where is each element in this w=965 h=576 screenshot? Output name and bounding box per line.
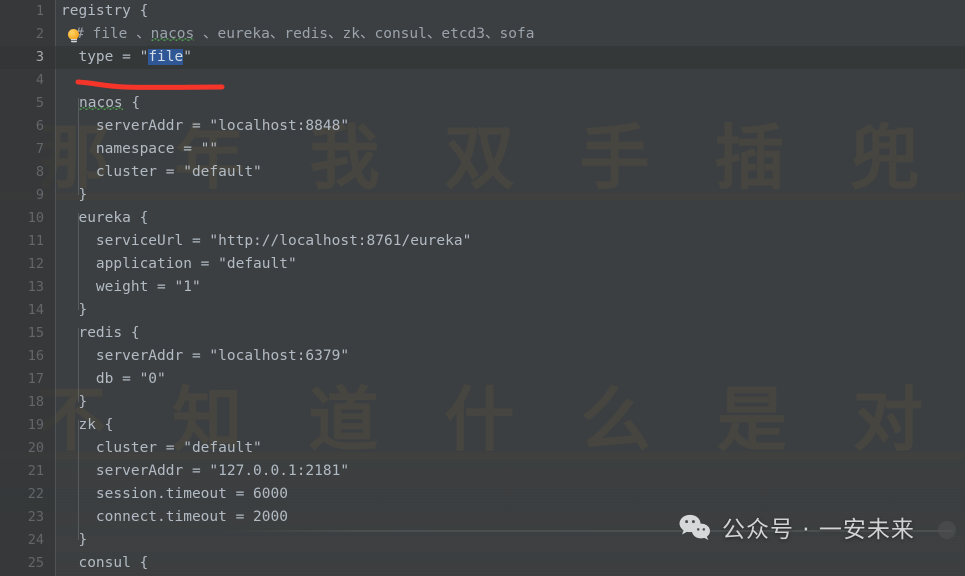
code-line[interactable]: 16 serverAddr = "localhost:6379" (0, 345, 965, 368)
token-comment-head: # file 、 (75, 26, 151, 42)
code-line[interactable]: 7 namespace = "" (0, 138, 965, 161)
line-text: db = "0" (61, 371, 166, 387)
line-number: 8 (35, 164, 44, 180)
line-text: zk { (61, 417, 114, 433)
token-brace: { (130, 3, 149, 19)
line-number: 12 (27, 256, 44, 272)
line-text: # file 、nacos 、eureka、redis、zk、consul、et… (75, 23, 534, 46)
line-number: 15 (27, 325, 44, 341)
line-text: cluster = "default" (61, 440, 262, 456)
code-editor-surface[interactable]: 1 registry { 2 # file 、nacos 、eureka、red… (0, 0, 965, 576)
code-line[interactable]: 17 db = "0" (0, 368, 965, 391)
line-text: weight = "1" (61, 279, 201, 295)
token-quote-open: " (139, 49, 149, 65)
code-line[interactable]: 9 } (0, 184, 965, 207)
line-number: 13 (27, 279, 44, 295)
code-line[interactable]: 22 session.timeout = 6000 (0, 483, 965, 506)
line-text: cluster = "default" (61, 164, 262, 180)
line-text: } (61, 394, 88, 410)
token-nacos: nacos (79, 95, 123, 111)
line-text: application = "default" (61, 256, 297, 272)
code-line[interactable]: 12 application = "default" (0, 253, 965, 276)
code-line[interactable]: 20 cluster = "default" (0, 437, 965, 460)
line-number: 18 (27, 394, 44, 410)
line-number: 11 (27, 233, 44, 249)
token-quote-close: " (183, 49, 192, 65)
line-number: 19 (27, 417, 44, 433)
token-registry: registry (61, 3, 131, 19)
line-number: 24 (27, 532, 44, 548)
code-line[interactable]: 13 weight = "1" (0, 276, 965, 299)
code-line[interactable]: 5 nacos { (0, 92, 965, 115)
code-line[interactable]: 11 serviceUrl = "http://localhost:8761/e… (0, 230, 965, 253)
line-number: 25 (27, 555, 44, 571)
code-line[interactable]: 6 serverAddr = "localhost:8848" (0, 115, 965, 138)
line-number: 20 (27, 440, 44, 456)
line-text: nacos { (79, 92, 140, 115)
line-number: 6 (35, 118, 44, 134)
line-number: 4 (35, 72, 44, 88)
line-number: 3 (35, 49, 44, 65)
line-text: serverAddr = "127.0.0.1:2181" (61, 463, 350, 479)
token-comment-typo-nacos: nacos (150, 26, 195, 42)
intention-bulb-icon[interactable] (67, 29, 80, 43)
line-text: registry { (61, 0, 148, 23)
line-text: eureka { (61, 210, 149, 226)
line-text: session.timeout = 6000 (61, 486, 288, 502)
bulb-base (70, 38, 77, 43)
line-number: 16 (27, 348, 44, 364)
line-text: connect.timeout = 2000 (61, 509, 288, 525)
line-number: 9 (35, 187, 44, 203)
code-line[interactable]: 14 } (0, 299, 965, 322)
line-text: type = "file" (61, 46, 192, 69)
selected-text[interactable]: file (148, 49, 184, 65)
line-number: 10 (27, 210, 44, 226)
token-brace: { (122, 95, 141, 111)
token-comment-tail: 、eureka、redis、zk、consul、etcd3、sofa (194, 26, 535, 42)
line-number: 17 (27, 371, 44, 387)
wechat-badge-text: 公众号 · 一安未来 (722, 517, 915, 543)
code-line[interactable]: 10 eureka { (0, 207, 965, 230)
code-line[interactable]: 1 registry { (0, 0, 965, 23)
code-line[interactable]: 19 zk { (0, 414, 965, 437)
code-line-active[interactable]: 3 type = "file" (0, 46, 965, 69)
line-number: 1 (35, 3, 44, 19)
line-number: 21 (27, 463, 44, 479)
line-text: } (61, 187, 88, 203)
screenshot-root: 那 年 我 双 手 插 兜 不 知 道 什 么 是 对 1 registry {… (0, 0, 965, 576)
line-text: serverAddr = "localhost:6379" (61, 348, 350, 364)
code-line[interactable]: 4 (0, 69, 965, 92)
line-number: 5 (35, 95, 44, 111)
code-line[interactable]: 8 cluster = "default" (0, 161, 965, 184)
line-text: serviceUrl = "http://localhost:8761/eure… (61, 233, 472, 249)
line-number: 22 (27, 486, 44, 502)
code-line[interactable]: 2 # file 、nacos 、eureka、redis、zk、consul、… (0, 23, 965, 46)
code-line[interactable]: 15 redis { (0, 322, 965, 345)
code-line[interactable]: 25 consul { (0, 552, 965, 575)
line-text: namespace = "" (61, 141, 219, 157)
code-line[interactable]: 18 } (0, 391, 965, 414)
line-number: 23 (27, 509, 44, 525)
line-text: redis { (61, 325, 140, 341)
line-number: 14 (27, 302, 44, 318)
line-text: serverAddr = "localhost:8848" (61, 118, 350, 134)
wechat-icon (678, 513, 712, 541)
line-number: 2 (35, 26, 44, 42)
line-text: } (61, 302, 88, 318)
token-type-key: type = (61, 49, 140, 65)
code-line[interactable]: 21 serverAddr = "127.0.0.1:2181" (0, 460, 965, 483)
line-number: 7 (35, 141, 44, 157)
line-text: consul { (61, 555, 149, 571)
line-text: } (61, 532, 88, 548)
wechat-badge: 公众号 · 一安未来 (678, 510, 915, 544)
